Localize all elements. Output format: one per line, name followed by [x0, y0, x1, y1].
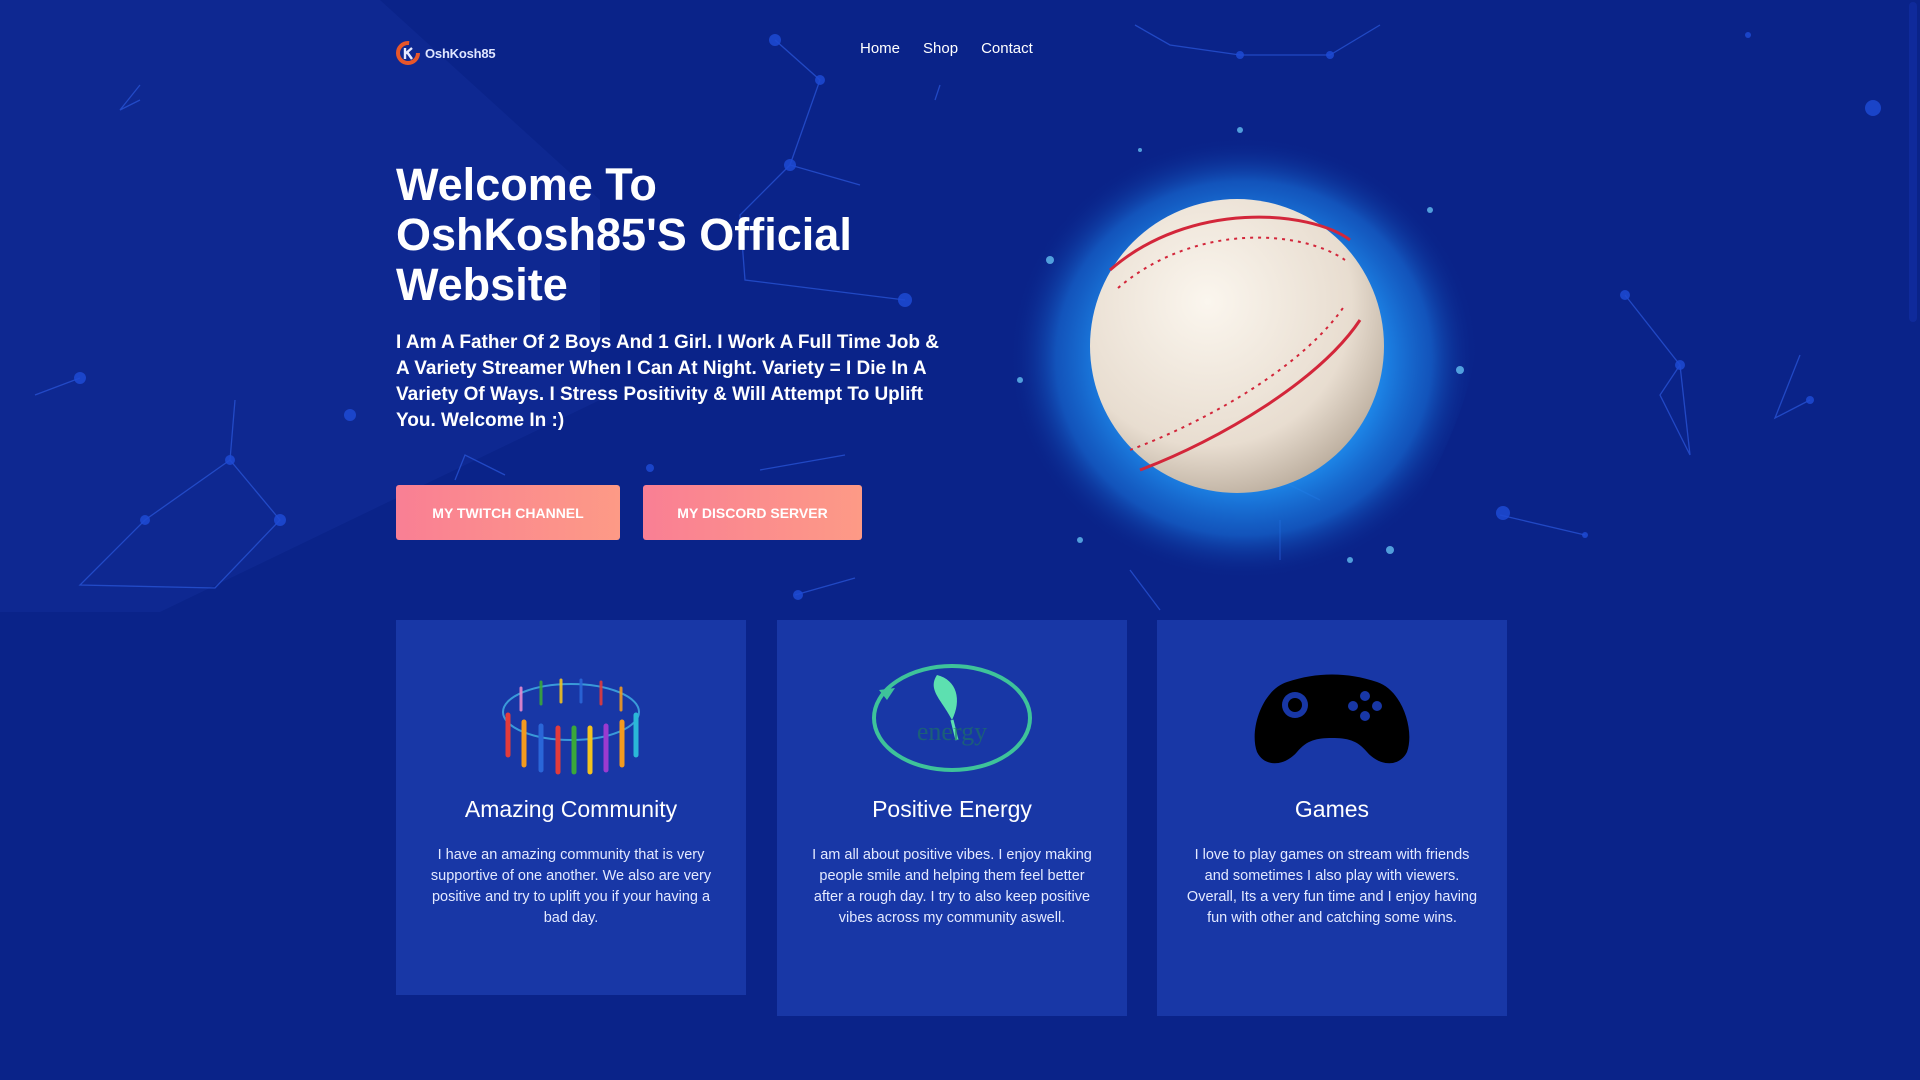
logo-mark-icon — [396, 40, 422, 66]
feature-text: I love to play games on stream with frie… — [1186, 847, 1478, 926]
baseball-splash-image — [1009, 127, 1479, 580]
twitch-channel-button[interactable]: MY TWITCH CHANNEL — [396, 485, 620, 540]
gamepad-icon — [1254, 674, 1410, 764]
main-nav: Home Shop Contact — [860, 40, 1033, 57]
discord-server-button[interactable]: MY DISCORD SERVER — [643, 485, 862, 540]
svg-text:energy: energy — [917, 717, 987, 746]
hero-title: Welcome To OshKosh85'S Official Website — [396, 159, 852, 310]
feature-title: Games — [1294, 796, 1370, 822]
community-circle-icon — [502, 678, 640, 775]
feature-card-games: Games I love to play games on stream wit… — [1157, 620, 1507, 1016]
nav-shop[interactable]: Shop — [923, 40, 958, 57]
positive-energy-leaf-icon: energy — [872, 664, 1032, 772]
scrollbar-thumb[interactable] — [1909, 2, 1917, 322]
hero-description: I Am A Father Of 2 Boys And 1 Girl. I Wo… — [396, 332, 939, 431]
logo-text: OshKosh85 — [425, 45, 496, 61]
feature-title: Amazing Community — [464, 796, 678, 822]
feature-title: Positive Energy — [872, 796, 1032, 822]
feature-card-community: Amazing Community I have an amazing comm… — [396, 620, 746, 995]
nav-home[interactable]: Home — [860, 40, 900, 57]
feature-text: I am all about positive vibes. I enjoy m… — [812, 847, 1092, 926]
feature-card-positive-energy: energy Positive Energy I am all about po… — [777, 620, 1127, 1016]
feature-text: I have an amazing community that is very… — [430, 847, 712, 926]
page-scrollbar[interactable] — [1906, 0, 1920, 1080]
site-logo[interactable]: OshKosh85 — [396, 40, 496, 66]
nav-contact[interactable]: Contact — [981, 40, 1033, 57]
